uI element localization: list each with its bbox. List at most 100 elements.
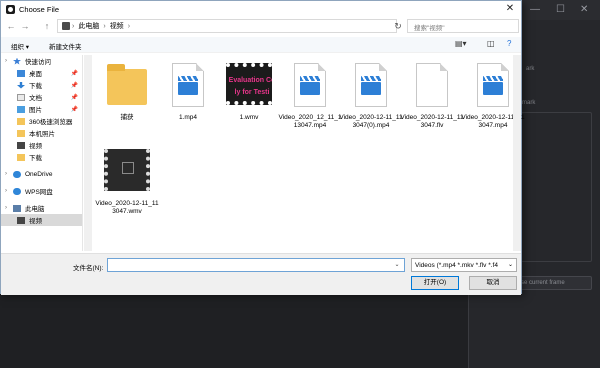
sidebar-item[interactable]: › 快速访问	[1, 55, 82, 67]
chevron-down-icon: ⌄	[507, 262, 513, 268]
computer-icon	[62, 22, 70, 30]
back-arrow-icon[interactable]: ←	[5, 21, 17, 31]
file-list: 捕获 1.mp4 Evaluation Co ly for Testi 1.wmv Vi…	[95, 55, 525, 251]
file-name: 1.mp4	[178, 114, 198, 121]
choose-file-dialog: Choose File ✕ ← → ↑ › 此电脑 › 视频 › ↻ 搜索"视频…	[0, 0, 525, 295]
breadcrumb-this-pc[interactable]: 此电脑	[78, 21, 99, 31]
sidebar-item-label: 快速访问	[25, 59, 51, 66]
file-item[interactable]: Video_2020-12-11_113047(0).mp4	[339, 61, 403, 130]
sidebar-item-label: 图片	[29, 107, 42, 114]
pin-icon: 📌	[70, 82, 78, 89]
folder-icon	[104, 61, 150, 111]
sidebar-item[interactable]: 下载	[1, 151, 82, 163]
video-icon	[17, 216, 25, 224]
picture-icon	[17, 105, 25, 113]
video-file-icon	[287, 61, 333, 111]
filetype-select[interactable]: Videos (*.mp4 *.mkv *.flv *.f4 ⌄	[411, 258, 517, 272]
pin-icon: 📌	[70, 106, 78, 113]
chevron-right-icon[interactable]: ›	[5, 188, 7, 194]
sidebar-item[interactable]: › OneDrive	[1, 168, 82, 180]
organize-button[interactable]: 组织 ▾	[11, 41, 29, 51]
folder-icon	[17, 117, 25, 125]
dialog-title: Choose File	[19, 4, 60, 14]
sidebar-item[interactable]: 视频	[1, 214, 82, 226]
file-item[interactable]: 1.mp4	[156, 61, 220, 122]
maximize-button[interactable]: ☐	[556, 4, 565, 15]
video-thumbnail: Evaluation Co ly for Testi	[226, 61, 272, 111]
video-file-icon	[470, 61, 516, 111]
video-thumbnail	[104, 147, 150, 197]
pin-icon: 📌	[70, 70, 78, 77]
chevron-right-icon[interactable]: ›	[5, 205, 7, 211]
panel-text-1: ark	[526, 66, 535, 72]
document-icon	[17, 93, 25, 101]
file-name: Video_2020-12-11_113047(0).mp4	[339, 114, 403, 129]
sidebar-item[interactable]: › 此电脑	[1, 202, 82, 214]
minimize-button[interactable]: —	[530, 4, 540, 15]
file-list-scrollbar[interactable]	[513, 55, 521, 251]
file-item[interactable]: Video_2020_12_11_113047.mp4	[278, 61, 342, 130]
sidebar-item[interactable]: 360极速浏览器	[1, 115, 82, 127]
sidebar-item-label: 桌面	[29, 71, 42, 78]
sidebar-item-label: 下载	[29, 83, 42, 90]
search-input[interactable]: 搜索"视频"	[407, 19, 519, 33]
preview-pane-icon[interactable]: ◫	[487, 39, 495, 48]
refresh-icon[interactable]: ↻	[391, 19, 405, 33]
help-icon[interactable]: ?	[507, 39, 511, 48]
close-app-button[interactable]: ✕	[580, 4, 588, 15]
folder-icon	[17, 153, 25, 161]
desktop-icon	[17, 69, 25, 77]
sidebar-item-label: 360极速浏览器	[29, 119, 73, 126]
toolbar: 组织 ▾ 新建文件夹 ▤▾ ◫ ?	[1, 37, 521, 53]
pin-icon: 📌	[70, 94, 78, 101]
dialog-close-button[interactable]: ✕	[503, 3, 517, 15]
download-icon	[17, 81, 25, 89]
folder-icon	[17, 129, 25, 137]
sidebar-scrollbar[interactable]	[84, 55, 92, 251]
file-item[interactable]: 捕获	[95, 61, 159, 122]
open-button[interactable]: 打开(O)	[411, 276, 459, 290]
breadcrumb[interactable]: › 此电脑 › 视频 ›	[57, 19, 397, 33]
new-folder-button[interactable]: 新建文件夹	[49, 41, 82, 51]
file-name: Video_2020-12-11_113047.flv	[400, 114, 464, 129]
video-file-icon	[348, 61, 394, 111]
chevron-right-icon[interactable]: ›	[5, 58, 7, 64]
sidebar-item-label: WPS网盘	[25, 189, 53, 196]
breadcrumb-videos[interactable]: 视频	[110, 21, 124, 31]
filename-input[interactable]	[107, 258, 405, 272]
sidebar-item-label: OneDrive	[25, 170, 53, 178]
file-item[interactable]: Video_2020-12-11_113047.wmv	[95, 147, 159, 216]
sidebar-item[interactable]: 图片 📌	[1, 103, 82, 115]
view-options-icon[interactable]: ▤▾	[455, 39, 467, 48]
sidebar-item-label: 下载	[29, 155, 42, 162]
forward-arrow-icon[interactable]: →	[19, 21, 31, 31]
file-name: Video_2020-12-11_113047.wmv	[95, 200, 159, 215]
computer-icon	[13, 204, 21, 212]
sidebar-item[interactable]: 桌面 📌	[1, 67, 82, 79]
cancel-button[interactable]: 取消	[469, 276, 517, 290]
sidebar-item-label: 本机照片	[29, 131, 55, 138]
video-file-icon	[165, 61, 211, 111]
sidebar-item-label: 视频	[29, 218, 42, 225]
sidebar-item[interactable]: 下载 📌	[1, 79, 82, 91]
dialog-titlebar: Choose File ✕	[1, 1, 521, 17]
chevron-right-icon: ›	[127, 22, 131, 30]
up-arrow-icon[interactable]: ↑	[41, 21, 53, 31]
file-name: 1.wmv	[239, 114, 259, 121]
sidebar-item-label: 此电脑	[25, 206, 45, 213]
file-name: 捕获	[120, 114, 134, 121]
app-icon	[6, 4, 15, 14]
chevron-down-icon[interactable]: ⌄	[389, 258, 405, 272]
sidebar-item[interactable]: 文档 📌	[1, 91, 82, 103]
chevron-right-icon: ›	[72, 22, 75, 30]
sidebar-item[interactable]: › WPS网盘	[1, 185, 82, 197]
address-bar: ← → ↑ › 此电脑 › 视频 › ↻ 搜索"视频"	[1, 18, 521, 34]
star-icon	[13, 57, 21, 65]
chevron-right-icon[interactable]: ›	[5, 171, 7, 177]
sidebar-item[interactable]: 本机照片	[1, 127, 82, 139]
cloud-icon	[13, 170, 21, 178]
sidebar-item[interactable]: 视频	[1, 139, 82, 151]
file-item[interactable]: Video_2020-12-11_113047.flv	[400, 61, 464, 130]
file-item[interactable]: Evaluation Co ly for Testi 1.wmv	[217, 61, 281, 122]
video-icon	[17, 141, 25, 149]
